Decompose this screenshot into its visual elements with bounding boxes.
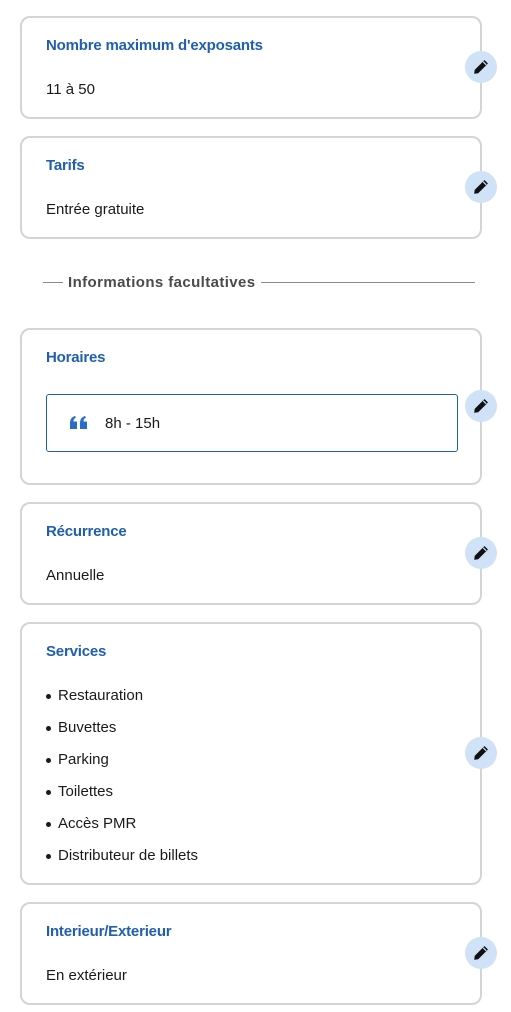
card-title: Services xyxy=(46,643,107,660)
services-list: Restauration Buvettes Parking Toilettes … xyxy=(46,686,198,878)
edit-pricing-button[interactable] xyxy=(465,171,497,203)
card-title: Tarifs xyxy=(46,157,85,174)
card-value: Entrée gratuite xyxy=(46,201,145,218)
list-item: Restauration xyxy=(46,686,198,718)
card-hours: Horaires 8h - 15h xyxy=(20,328,482,485)
edit-max-exhibitors-button[interactable] xyxy=(465,51,497,83)
card-title: Horaires xyxy=(46,349,106,366)
divider-line xyxy=(43,281,63,283)
pencil-icon xyxy=(474,180,488,194)
list-item: Distributeur de billets xyxy=(46,846,198,878)
edit-recurrence-button[interactable] xyxy=(465,537,497,569)
pencil-icon xyxy=(474,946,488,960)
card-pricing: Tarifs Entrée gratuite xyxy=(20,136,482,239)
hours-quote: 8h - 15h xyxy=(46,394,458,452)
divider-label: Informations facultatives xyxy=(68,273,256,291)
pencil-icon xyxy=(474,60,488,74)
card-title: Récurrence xyxy=(46,523,127,540)
pencil-icon xyxy=(474,546,488,560)
hours-value: 8h - 15h xyxy=(105,414,161,432)
card-indoor-outdoor: Interieur/Exterieur En extérieur xyxy=(20,902,482,1005)
card-title: Nombre maximum d'exposants xyxy=(46,37,263,54)
card-value: En extérieur xyxy=(46,967,127,984)
list-item: Toilettes xyxy=(46,782,198,814)
card-value: Annuelle xyxy=(46,567,105,584)
section-divider: Informations facultatives xyxy=(43,272,475,292)
card-value: 11 à 50 xyxy=(46,81,95,98)
pencil-icon xyxy=(474,746,488,760)
card-max-exhibitors: Nombre maximum d'exposants 11 à 50 xyxy=(20,16,482,119)
card-recurrence: Récurrence Annuelle xyxy=(20,502,482,605)
pencil-icon xyxy=(474,399,488,413)
quote-icon xyxy=(69,415,89,431)
list-item: Parking xyxy=(46,750,198,782)
list-item: Accès PMR xyxy=(46,814,198,846)
list-item: Buvettes xyxy=(46,718,198,750)
divider-line xyxy=(260,281,475,283)
edit-hours-button[interactable] xyxy=(465,390,497,422)
edit-services-button[interactable] xyxy=(465,737,497,769)
card-title: Interieur/Exterieur xyxy=(46,923,172,940)
card-services: Services Restauration Buvettes Parking T… xyxy=(20,622,482,885)
edit-indoor-outdoor-button[interactable] xyxy=(465,937,497,969)
